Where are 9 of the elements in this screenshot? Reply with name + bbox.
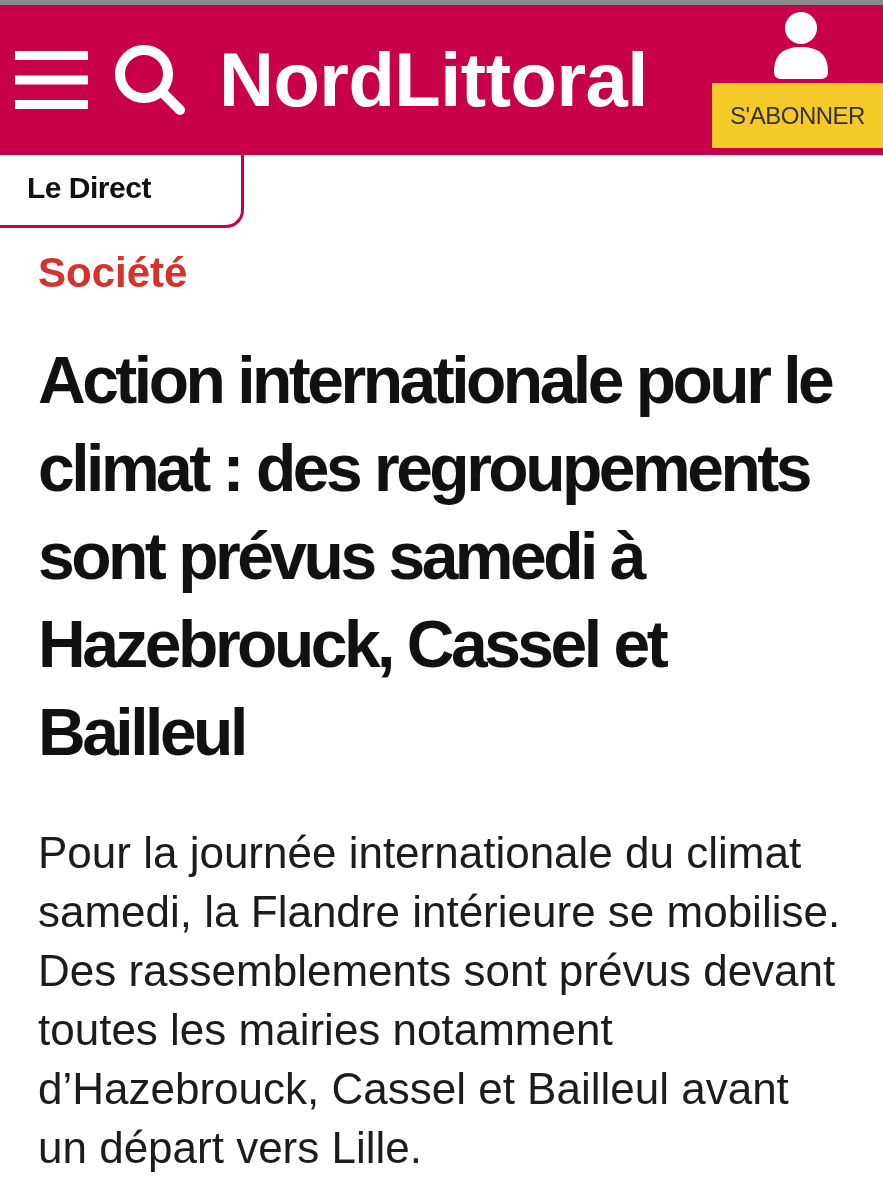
search-icon[interactable]: [114, 44, 186, 116]
menu-icon[interactable]: [15, 51, 88, 109]
article-lead: Pour la journée internationale du climat samedi, la Flandre intérieure se mobilise. Des rassemblements sont prévus devant toutes les mairies notamment d’Hazebrouck, Cassel et Bailleul avant un départ vers Lille.: [38, 827, 842, 1174]
subscribe-button[interactable]: S'ABONNER: [712, 83, 883, 148]
site-logo[interactable]: NordLittoral: [219, 42, 648, 118]
live-tab[interactable]: Le Direct: [0, 155, 244, 228]
article-headline: Action internationale pour le climat : des regroupements sont prévus samedi à Hazebrouck, Cassel et Bailleul: [38, 342, 833, 771]
category-link[interactable]: Société: [38, 248, 188, 298]
user-icon[interactable]: [771, 12, 830, 79]
